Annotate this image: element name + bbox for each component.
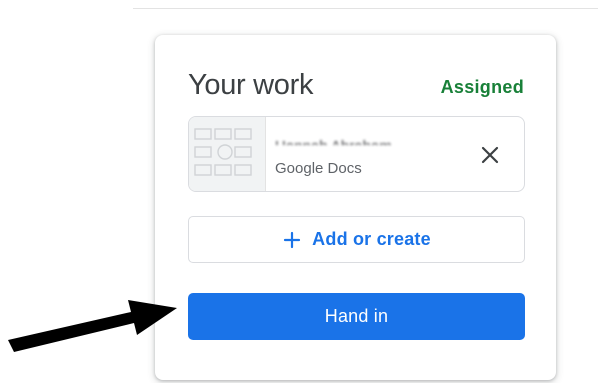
attachment-chip[interactable]: Hannah Abraham ... Google Docs <box>188 116 525 192</box>
document-thumbnail <box>189 117 266 191</box>
card-title: Your work <box>188 69 314 101</box>
arrow-icon <box>8 300 177 352</box>
top-divider <box>133 8 598 9</box>
document-thumbnail-graphic <box>189 117 265 191</box>
status-badge: Assigned <box>440 77 524 97</box>
hand-in-button[interactable]: Hand in <box>188 293 525 340</box>
page: Your work Assigned Google Docs Add or cr… <box>0 0 598 383</box>
plus-icon <box>282 230 302 250</box>
add-or-create-label: Add or create <box>312 229 431 249</box>
close-icon <box>481 146 499 164</box>
your-work-card: Your work Assigned Google Docs Add or cr… <box>155 35 556 380</box>
remove-attachment-button[interactable] <box>476 141 504 169</box>
attachment-type: Google Docs <box>275 160 362 177</box>
hand-in-label: Hand in <box>324 306 389 326</box>
attachment-name: Hannah Abraham ... <box>275 139 451 145</box>
add-or-create-button[interactable]: Add or create <box>188 216 525 263</box>
